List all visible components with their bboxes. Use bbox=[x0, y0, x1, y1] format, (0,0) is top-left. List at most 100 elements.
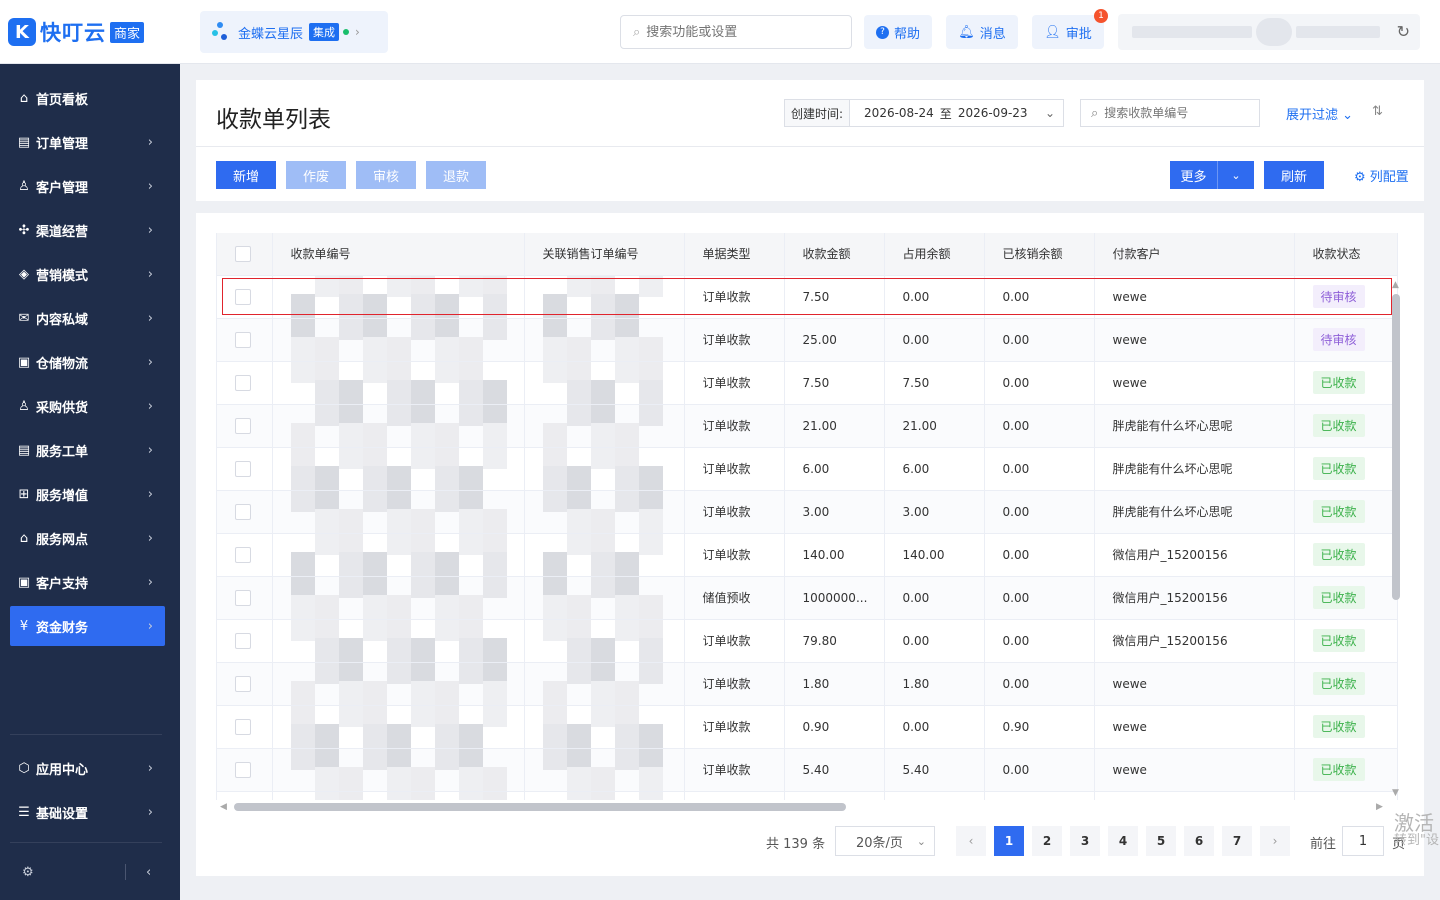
column-header[interactable]: 付款客户 bbox=[1094, 233, 1295, 276]
next-page-button[interactable]: › bbox=[1260, 826, 1290, 856]
table-row[interactable]: 订单收款 25.00 0.00 0.00 wewe 待审核 bbox=[217, 318, 1398, 362]
column-header[interactable]: 已核销余额 bbox=[984, 233, 1095, 276]
table-row[interactable]: 订单收款 6.00 6.00 0.00 胖虎能有什么坏心思呢 已收款 bbox=[217, 447, 1398, 491]
vertical-scroll-thumb[interactable] bbox=[1392, 294, 1400, 600]
audit-button[interactable]: 审核 bbox=[356, 161, 416, 189]
table-row[interactable]: 订单收款 7.50 0.00 0.00 wewe 待审核 bbox=[217, 275, 1398, 319]
sidebar-item[interactable]: ⌂ 首页看板 bbox=[10, 78, 165, 118]
row-checkbox[interactable] bbox=[235, 632, 251, 649]
column-header[interactable]: 关联销售订单编号 bbox=[524, 233, 685, 276]
row-checkbox[interactable] bbox=[235, 288, 251, 305]
prev-page-button[interactable]: ‹ bbox=[956, 826, 986, 856]
scroll-up-icon[interactable]: ▲ bbox=[1392, 280, 1399, 290]
row-checkbox[interactable] bbox=[235, 503, 251, 520]
row-checkbox[interactable] bbox=[235, 331, 251, 348]
sidebar-settings-icon[interactable]: ⚙ bbox=[22, 865, 34, 880]
page-button[interactable]: 5 bbox=[1146, 826, 1176, 856]
refresh-button[interactable]: 刷新 bbox=[1264, 161, 1324, 189]
vertical-scrollbar[interactable]: ▲ ▼ bbox=[1392, 280, 1400, 800]
expand-filter-toggle[interactable]: 展开过滤 ⌄ bbox=[1286, 104, 1353, 123]
sidebar-item[interactable]: ▣ 仓储物流 › bbox=[10, 342, 165, 382]
row-checkbox[interactable] bbox=[235, 417, 251, 434]
scroll-down-icon[interactable]: ▼ bbox=[1392, 788, 1399, 798]
page-button[interactable]: 3 bbox=[1070, 826, 1100, 856]
column-header[interactable]: 单据类型 bbox=[684, 233, 785, 276]
date-start[interactable]: 2026-08-24 bbox=[864, 106, 934, 120]
table-row[interactable]: 订单收款 10.80 10.80 0.00 wewe 已收款 bbox=[217, 791, 1398, 800]
refund-button[interactable]: 退款 bbox=[426, 161, 486, 189]
table-row[interactable]: 订单收款 0.90 0.00 0.90 wewe 已收款 bbox=[217, 705, 1398, 749]
column-header[interactable]: 占用余额 bbox=[884, 233, 985, 276]
add-button[interactable]: 新增 bbox=[216, 161, 276, 189]
row-checkbox[interactable] bbox=[235, 718, 251, 735]
table-row[interactable]: 订单收款 7.50 7.50 0.00 wewe 已收款 bbox=[217, 361, 1398, 405]
sidebar-bottom-item[interactable]: ⬡ 应用中心 › bbox=[10, 748, 165, 788]
horizontal-scrollbar[interactable]: ◀ ▶ bbox=[220, 802, 1388, 812]
void-button[interactable]: 作废 bbox=[286, 161, 346, 189]
column-header[interactable]: 收款金额 bbox=[784, 233, 885, 276]
approval-button[interactable]: 👤︎ 审批 1 bbox=[1032, 9, 1108, 49]
receipt-number-search[interactable]: ⌕ bbox=[1080, 99, 1260, 127]
sidebar-item[interactable]: ✉ 内容私域 › bbox=[10, 298, 165, 338]
page-size-select[interactable]: 20条/页 ⌄ bbox=[835, 826, 935, 856]
page-button[interactable]: 1 bbox=[994, 826, 1024, 856]
help-button[interactable]: ? 帮助 bbox=[864, 15, 932, 49]
row-checkbox[interactable] bbox=[235, 460, 251, 477]
user-account-area[interactable]: ↻ bbox=[1118, 14, 1420, 50]
receipt-number-search-input[interactable] bbox=[1104, 106, 1245, 120]
page-button[interactable]: 7 bbox=[1222, 826, 1252, 856]
sidebar-item[interactable]: ✣ 渠道经营 › bbox=[10, 210, 165, 250]
row-checkbox[interactable] bbox=[235, 589, 251, 606]
row-checkbox[interactable] bbox=[235, 546, 251, 563]
sidebar-item[interactable]: ¥ 资金财务 › bbox=[10, 606, 165, 646]
row-checkbox[interactable] bbox=[235, 675, 251, 692]
column-config-label: 列配置 bbox=[1369, 170, 1409, 185]
table-row[interactable]: 储值预收 1000000... 0.00 0.00 微信用户_15200156 … bbox=[217, 576, 1398, 620]
created-date-filter[interactable]: 创建时间: 2026-08-24 至 2026-09-23 ⌄ bbox=[784, 99, 1064, 127]
sales-order-number-redacted bbox=[524, 361, 685, 405]
sort-icon[interactable]: ⇅ bbox=[1372, 104, 1383, 119]
help-label: 帮助 bbox=[893, 26, 920, 42]
integration-switcher[interactable]: 金蝶云星辰 集成 › bbox=[200, 11, 388, 53]
more-actions-button[interactable]: 更多 ⌄ bbox=[1170, 161, 1254, 189]
global-search-input[interactable] bbox=[646, 24, 827, 40]
column-header[interactable]: 收款状态 bbox=[1294, 233, 1398, 276]
sidebar-item[interactable]: ♙ 客户管理 › bbox=[10, 166, 165, 206]
column-config-button[interactable]: ⚙ 列配置 bbox=[1354, 166, 1409, 185]
table-row[interactable]: 订单收款 140.00 140.00 0.00 微信用户_15200156 已收… bbox=[217, 533, 1398, 577]
scroll-left-icon[interactable]: ◀ bbox=[220, 802, 227, 812]
row-checkbox[interactable] bbox=[235, 374, 251, 391]
messages-button[interactable]: 🔔︎ 消息 bbox=[946, 15, 1018, 49]
sidebar-item[interactable]: ⊞ 服务增值 › bbox=[10, 474, 165, 514]
sidebar-item[interactable]: ◈ 营销模式 › bbox=[10, 254, 165, 294]
brand-logo[interactable]: K 快叮云 商家 bbox=[8, 18, 145, 46]
page-button[interactable]: 6 bbox=[1184, 826, 1214, 856]
sidebar-item[interactable]: ▣ 客户支持 › bbox=[10, 562, 165, 602]
row-checkbox[interactable] bbox=[235, 761, 251, 778]
table-row[interactable]: 订单收款 3.00 3.00 0.00 胖虎能有什么坏心思呢 已收款 bbox=[217, 490, 1398, 534]
sidebar-item[interactable]: ▤ 服务工单 › bbox=[10, 430, 165, 470]
goto-page-input[interactable]: 1 bbox=[1342, 826, 1384, 856]
user-icon: 👤︎ bbox=[1044, 24, 1061, 40]
scroll-right-icon[interactable]: ▶ bbox=[1376, 802, 1383, 812]
sidebar-item-label: 服务网点 bbox=[36, 532, 89, 548]
global-search[interactable]: ⌕ bbox=[620, 15, 852, 49]
select-all-checkbox[interactable] bbox=[235, 245, 251, 262]
collapse-sidebar-icon[interactable]: ‹ bbox=[146, 865, 151, 880]
sidebar-item[interactable]: ▤ 订单管理 › bbox=[10, 122, 165, 162]
brand-name: 快叮云 bbox=[40, 21, 106, 45]
column-header[interactable]: 收款单编号 bbox=[272, 233, 525, 276]
page-button[interactable]: 2 bbox=[1032, 826, 1062, 856]
horizontal-scroll-thumb[interactable] bbox=[234, 803, 846, 811]
sidebar-item[interactable]: ♙ 采购供货 › bbox=[10, 386, 165, 426]
table-row[interactable]: 订单收款 1.80 1.80 0.00 wewe 已收款 bbox=[217, 662, 1398, 706]
table-row[interactable]: 订单收款 21.00 21.00 0.00 胖虎能有什么坏心思呢 已收款 bbox=[217, 404, 1398, 448]
table-row[interactable]: 订单收款 79.80 0.00 0.00 微信用户_15200156 已收款 bbox=[217, 619, 1398, 663]
sidebar-item[interactable]: ⌂ 服务网点 › bbox=[10, 518, 165, 558]
reload-icon[interactable]: ↻ bbox=[1397, 22, 1410, 41]
app-center-icon: ⬡ bbox=[18, 760, 30, 776]
table-row[interactable]: 订单收款 5.40 5.40 0.00 wewe 已收款 bbox=[217, 748, 1398, 792]
chevron-down-icon[interactable]: ⌄ bbox=[1218, 161, 1254, 189]
date-end[interactable]: 2026-09-23 bbox=[958, 106, 1028, 120]
page-button[interactable]: 4 bbox=[1108, 826, 1138, 856]
